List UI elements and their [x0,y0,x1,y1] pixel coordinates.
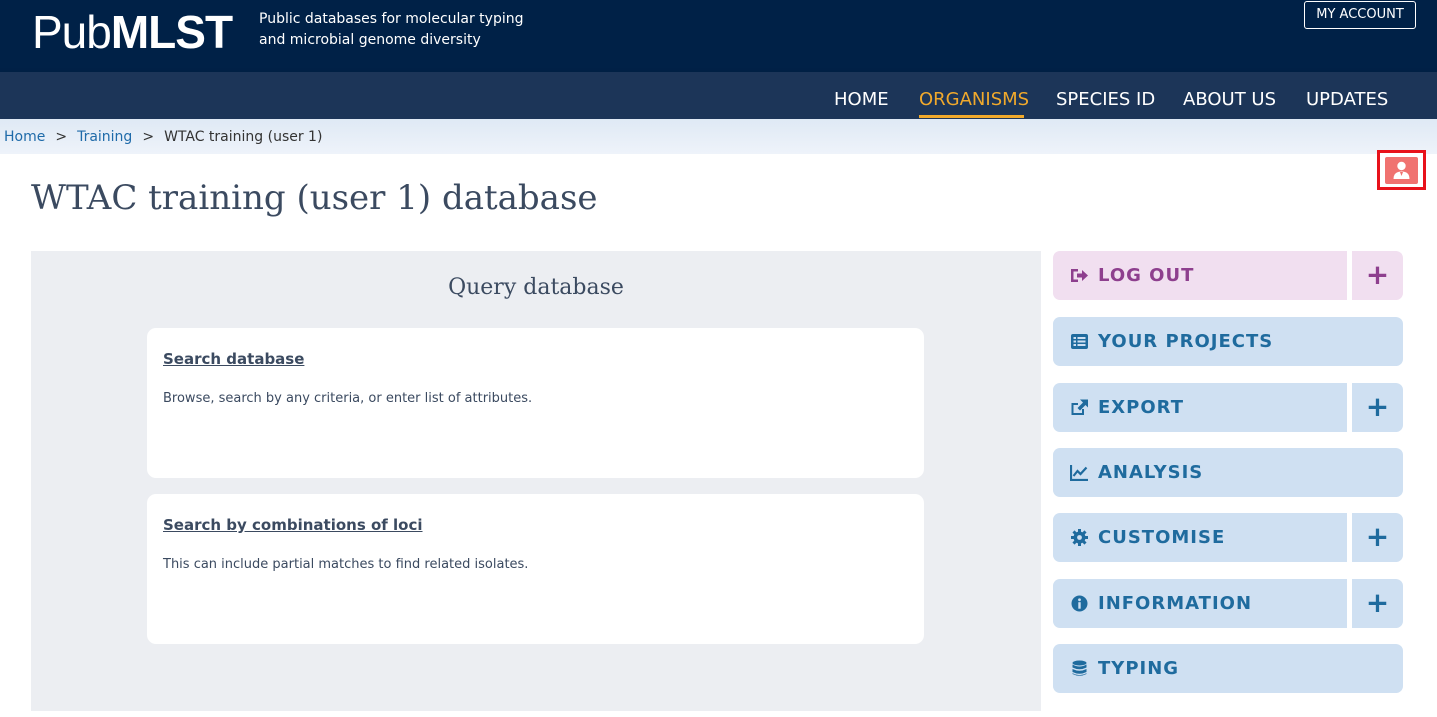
card-description: Browse, search by any criteria, or enter… [163,391,533,406]
export-button[interactable]: EXPORT [1053,383,1347,432]
main-nav: HOME ORGANISMS SPECIES ID ABOUT US UPDAT… [0,72,1437,119]
search-loci-card: Search by combinations of loci This can … [147,494,924,644]
export-expand-button[interactable]: + [1352,383,1403,432]
pubmlst-logo[interactable]: PubMLST [32,6,233,58]
menu-label: YOUR PROJECTS [1098,331,1274,352]
list-icon [1071,334,1088,349]
information-expand-button[interactable]: + [1352,579,1403,628]
gear-icon [1071,529,1088,546]
menu-label: LOG OUT [1098,265,1195,286]
breadcrumb: Home > Training > WTAC training (user 1) [0,119,1437,154]
breadcrumb-separator: > [55,129,68,145]
info-circle-icon [1071,595,1088,612]
customise-button[interactable]: CUSTOMISE [1053,513,1347,562]
typing-button[interactable]: TYPING [1053,644,1403,693]
site-tagline: Public databases for molecular typing an… [259,9,524,51]
menu-label: EXPORT [1098,397,1184,418]
my-account-button[interactable]: MY ACCOUNT [1304,1,1416,29]
sign-out-icon [1071,269,1088,282]
menu-label: ANALYSIS [1098,462,1204,483]
nav-organisms[interactable]: ORGANISMS [919,89,1029,111]
tagline-line-1: Public databases for molecular typing [259,11,524,27]
analysis-button[interactable]: ANALYSIS [1053,448,1403,497]
breadcrumb-home[interactable]: Home [4,129,45,145]
user-status-button[interactable] [1377,150,1426,190]
user-icon [1385,157,1418,184]
nav-updates[interactable]: UPDATES [1306,89,1388,111]
database-icon [1072,660,1087,676]
menu-label: INFORMATION [1098,593,1253,614]
breadcrumb-training[interactable]: Training [77,129,132,145]
tagline-line-2: and microbial genome diversity [259,32,481,48]
query-heading: Query database [448,275,624,300]
card-description: This can include partial matches to find… [163,557,529,572]
search-database-card: Search database Browse, search by any cr… [147,328,924,478]
search-loci-link[interactable]: Search by combinations of loci [163,516,423,534]
nav-home[interactable]: HOME [834,89,889,111]
log-out-expand-button[interactable]: + [1352,251,1403,300]
breadcrumb-current: WTAC training (user 1) [164,129,323,145]
menu-label: CUSTOMISE [1098,527,1226,548]
menu-label: TYPING [1098,658,1180,679]
your-projects-button[interactable]: YOUR PROJECTS [1053,317,1403,366]
query-panel: Query database Search database Browse, s… [31,251,1041,711]
search-database-link[interactable]: Search database [163,350,304,368]
site-header: PubMLST Public databases for molecular t… [0,0,1437,72]
line-chart-icon [1070,465,1088,481]
nav-about-us[interactable]: ABOUT US [1183,89,1276,111]
customise-expand-button[interactable]: + [1352,513,1403,562]
page-title: WTAC training (user 1) database [31,178,598,218]
nav-active-indicator [919,115,1024,118]
log-out-button[interactable]: LOG OUT [1053,251,1347,300]
information-button[interactable]: INFORMATION [1053,579,1347,628]
external-link-icon [1071,399,1088,415]
nav-species-id[interactable]: SPECIES ID [1056,89,1155,111]
breadcrumb-separator: > [142,129,155,145]
